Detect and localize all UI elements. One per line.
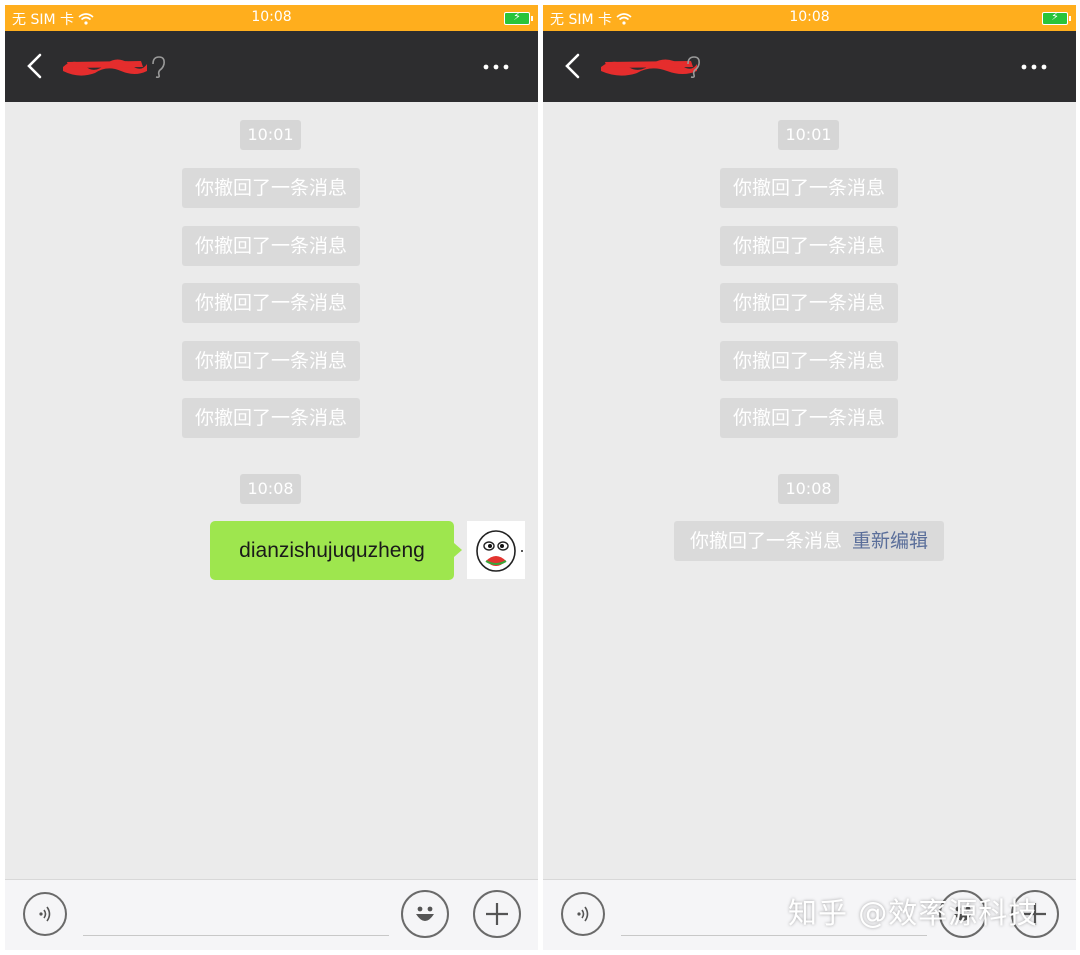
earpiece-mode-icon [152,56,165,79]
reedit-link[interactable]: 重新编辑 [852,530,928,552]
status-bar: 无 SIM 卡 10:08 ⚡ [5,5,538,31]
status-time: 10:08 [251,9,292,25]
recall-notice: 你撤回了一条消息 [182,398,360,438]
emoji-button[interactable] [401,890,449,938]
voice-icon [39,906,51,922]
chat-title-bar [543,31,1076,102]
recall-notice: 你撤回了一条消息 [720,226,898,266]
chat-input-bar [5,879,538,950]
chevron-left-icon[interactable] [23,51,47,81]
recall-notice: 你撤回了一条消息 [182,283,360,323]
timestamp: 10:01 [240,120,301,150]
earpiece-mode-icon [687,56,700,79]
more-dots-icon[interactable] [482,55,510,79]
message-input-field[interactable] [621,935,927,936]
status-bar: 无 SIM 卡 10:08 ⚡ [543,5,1076,31]
voice-input-button[interactable] [23,892,67,936]
sticker-face-avatar [476,530,523,572]
plus-icon [486,903,508,925]
right-chat-screen: 无 SIM 卡 10:08 ⚡ 10:01 你撤回了一条消息 你撤回了一条消息 … [543,5,1076,950]
status-time: 10:08 [789,9,830,25]
recall-notice: 你撤回了一条消息 [720,398,898,438]
zhihu-watermark: 知乎 @效率源科技 [788,896,1039,930]
sent-message-bubble[interactable]: dianzishujuquzheng [210,521,462,580]
recall-notice: 你撤回了一条消息 [182,226,360,266]
timestamp: 10:08 [778,474,839,504]
voice-icon [577,906,589,922]
recall-notice: 你撤回了一条消息 [720,341,898,381]
smiley-icon [416,906,434,921]
redacted-contact-name [63,59,147,76]
battery-charging-icon: ⚡ [1042,10,1071,25]
recall-notice: 你撤回了一条消息 [182,341,360,381]
chat-title-bar [5,31,538,102]
recall-notice-text: 你撤回了一条消息 [689,530,842,552]
message-input-field[interactable] [83,935,389,936]
recall-notice: 你撤回了一条消息 [720,168,898,208]
voice-input-button[interactable] [561,892,605,936]
add-attachment-button[interactable] [473,890,521,938]
redacted-contact-name [601,59,697,76]
recall-notice-with-reedit: 你撤回了一条消息 重新编辑 [674,521,944,561]
more-dots-icon[interactable] [1020,55,1048,79]
left-chat-screen: 无 SIM 卡 10:08 ⚡ 10:01 你撤回了一条消息 你撤回了一条消息 … [5,5,538,950]
battery-charging-icon: ⚡ [504,10,533,25]
timestamp: 10:01 [778,120,839,150]
timestamp: 10:08 [240,474,301,504]
recall-notice: 你撤回了一条消息 [182,168,360,208]
recall-notice: 你撤回了一条消息 [720,283,898,323]
chevron-left-icon[interactable] [561,51,585,81]
avatar[interactable] [467,521,525,579]
